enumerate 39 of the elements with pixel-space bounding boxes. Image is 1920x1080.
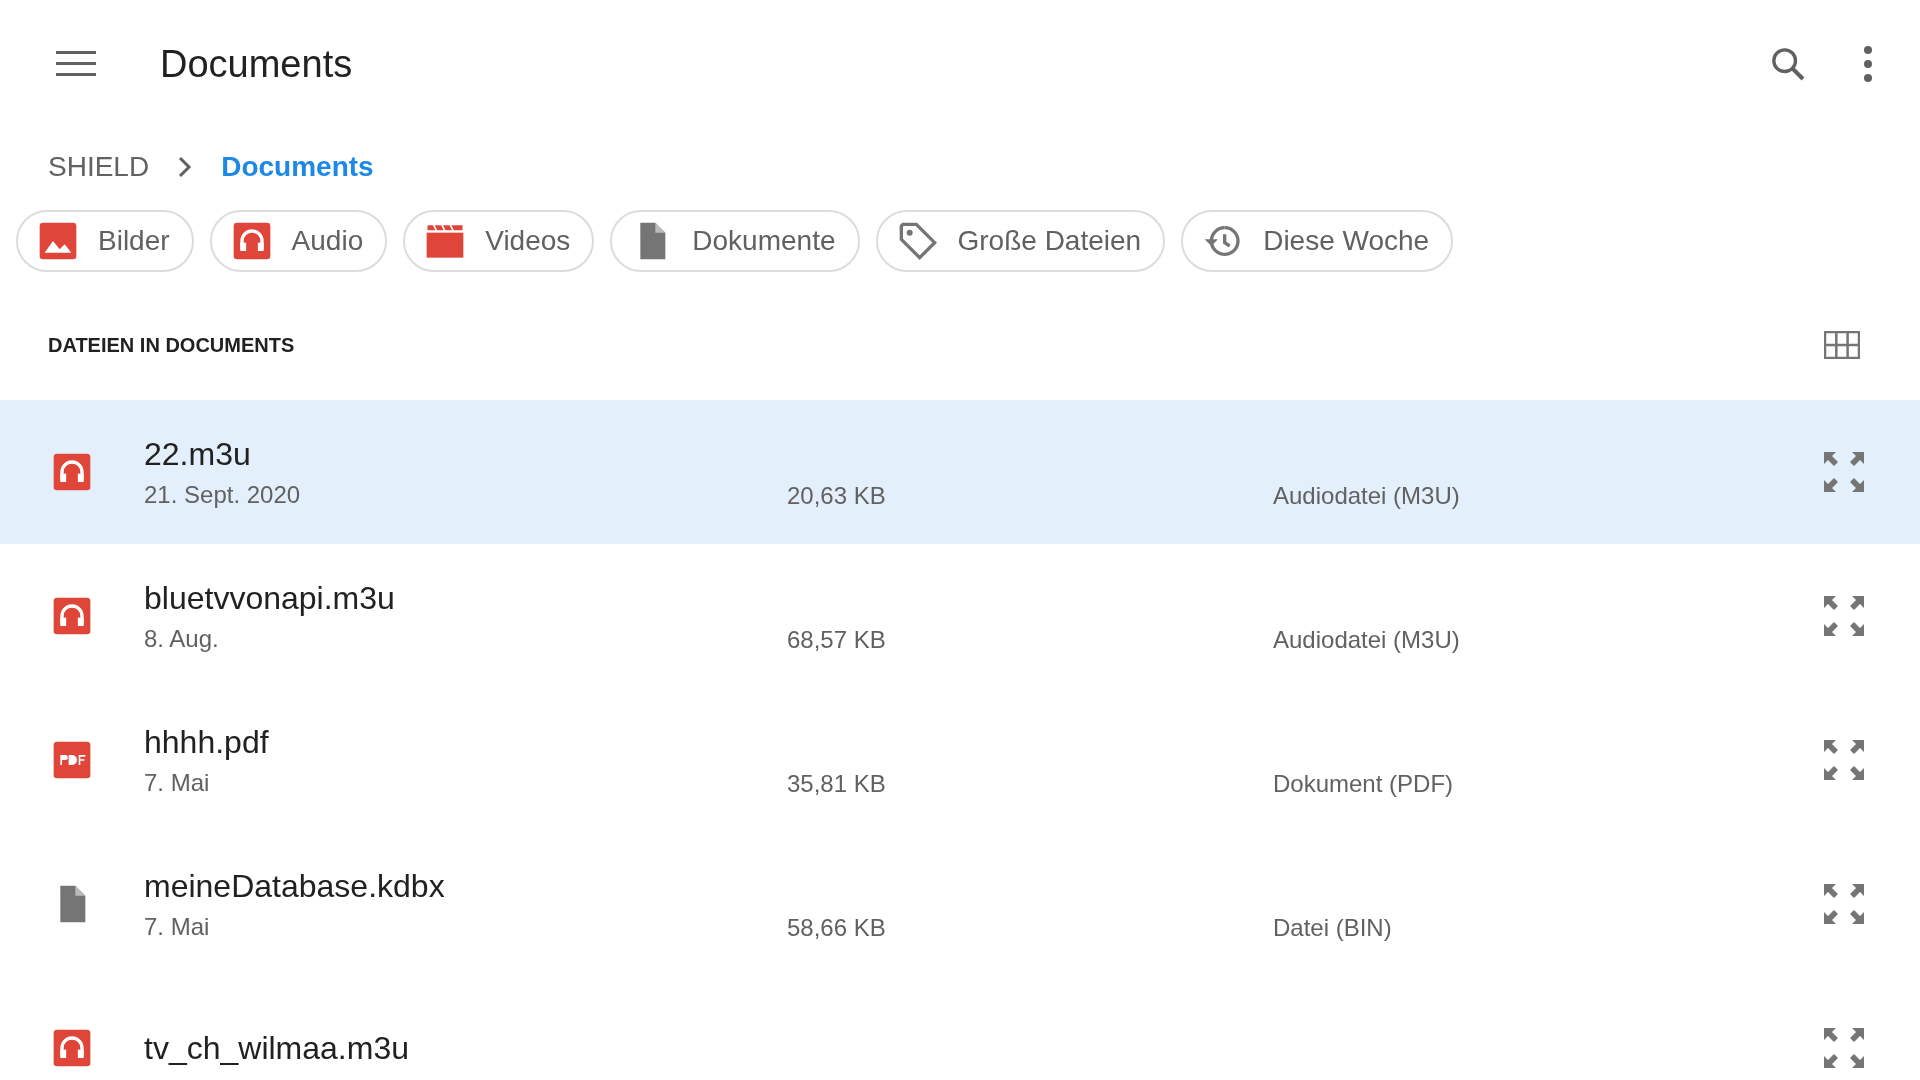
file-size: 35,81 KB — [787, 770, 887, 798]
filter-chip[interactable]: Videos — [403, 210, 595, 272]
file-size: 20,63 KB — [787, 482, 887, 510]
headphones-icon — [52, 596, 92, 636]
file-type: Datei (BIN) — [1273, 914, 1393, 942]
filter-chip[interactable]: Diese Woche — [1181, 210, 1454, 272]
file-size: 58,66 KB — [787, 914, 887, 942]
file-name: tv_ch_wilmaa.m3u — [144, 1029, 410, 1067]
file-date: 7. Mai — [144, 768, 211, 797]
file-size: 68,57 KB — [787, 626, 887, 654]
headphones-icon — [52, 452, 92, 492]
file-type: Audiodatei (M3U) — [1273, 482, 1461, 510]
file-row[interactable]: 22.m3u 21. Sept. 2020 20,63 KB Audiodatei (M3U) — [0, 400, 1920, 544]
file-name: hhhh.pdf — [144, 723, 270, 761]
filter-chip[interactable]: Große Dateien — [875, 210, 1166, 272]
filter-chip[interactable]: Audio — [209, 210, 388, 272]
pdf-icon — [52, 740, 92, 780]
file-type: Dokument (PDF) — [1273, 770, 1455, 798]
app-title: Documents — [160, 42, 354, 86]
file-name: bluetvvonapi.m3u — [144, 579, 396, 617]
more-icon — [1862, 44, 1874, 84]
file-type: Audiodatei (M3U) — [1273, 626, 1461, 654]
headphones-icon — [231, 221, 272, 261]
breadcrumb-link[interactable]: Documents — [221, 151, 374, 183]
image-icon — [38, 221, 78, 261]
file-date: 8. Aug. — [144, 624, 220, 653]
breadcrumb-link[interactable]: SHIELD — [48, 151, 150, 183]
file-date: 7. Mai — [144, 912, 211, 941]
menu-icon — [56, 49, 96, 79]
section-title: DATEIEN IN DOCUMENTS — [48, 333, 295, 357]
tag-icon — [897, 221, 938, 261]
file-name: meineDatabase.kdbx — [144, 867, 446, 905]
grid-view-icon[interactable] — [1824, 331, 1860, 359]
filter-chip[interactable]: Dokumente — [610, 210, 860, 272]
chevron-icon — [177, 155, 194, 179]
file-date: 21. Sept. 2020 — [144, 480, 302, 509]
headphones-icon — [52, 1028, 92, 1068]
file-name: 22.m3u — [144, 435, 252, 473]
filter-chip[interactable]: Bilder — [16, 210, 194, 272]
